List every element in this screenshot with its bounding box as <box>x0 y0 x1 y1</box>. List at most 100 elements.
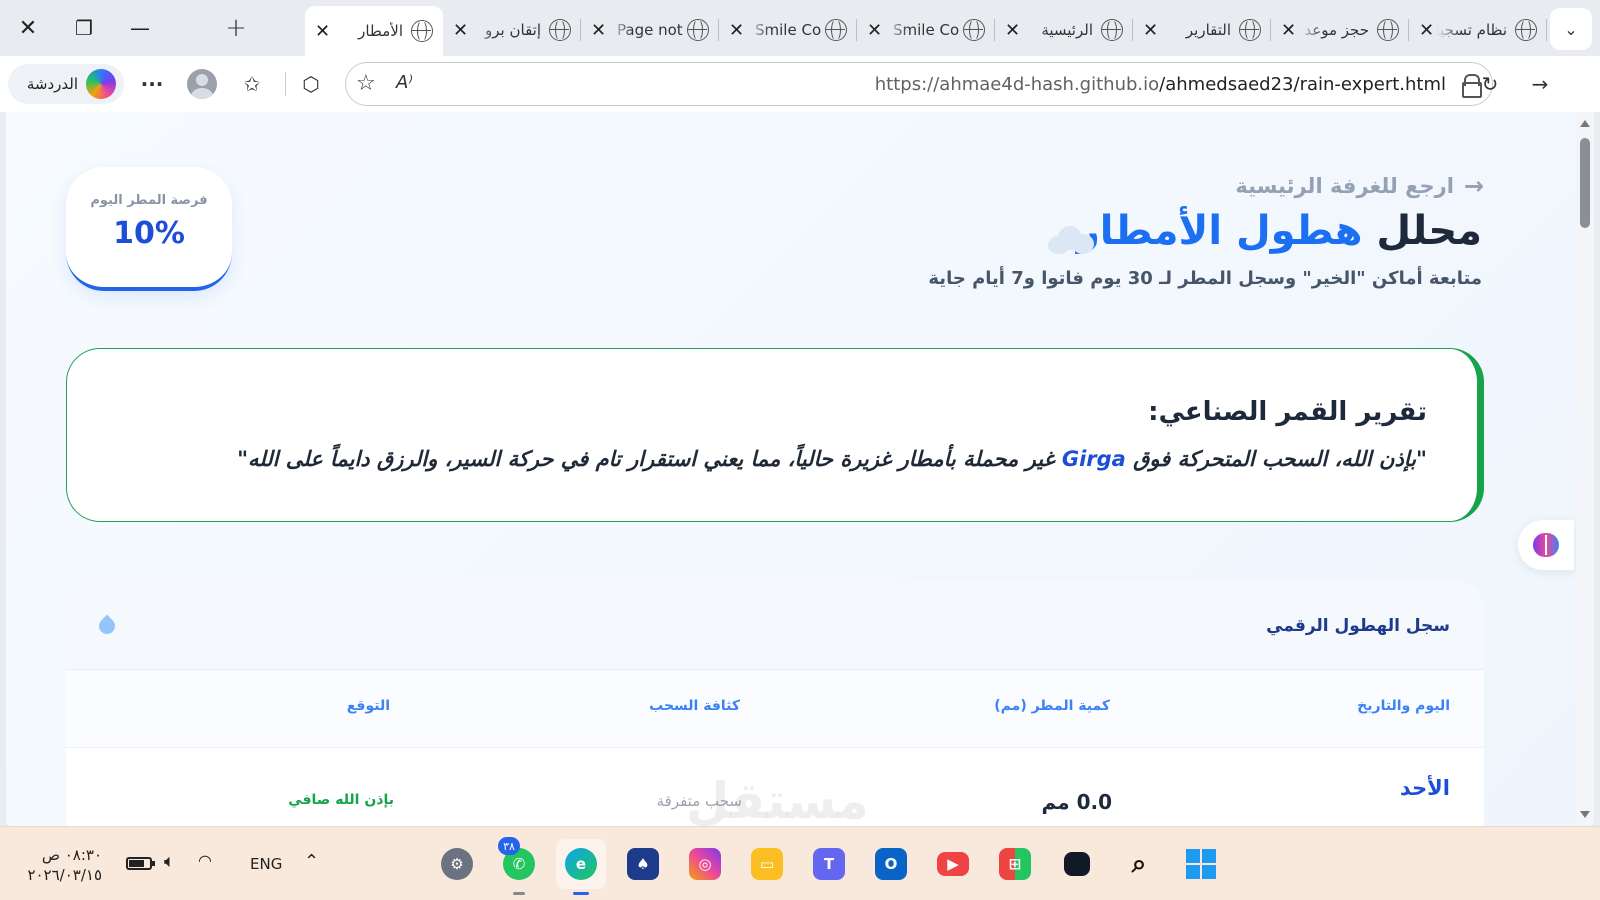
page-subtitle: متابعة أماكن "الخير" وسجل المطر لـ 30 يو… <box>928 268 1482 289</box>
tab-close-icon[interactable]: ✕ <box>453 20 471 41</box>
outlook-app[interactable]: O <box>866 839 916 889</box>
arrow-right-icon: → <box>1463 172 1484 200</box>
teams-app[interactable]: T <box>804 839 854 889</box>
tab-rain[interactable]: ✕ الأمطار <box>305 6 443 56</box>
scroll-down-icon[interactable] <box>1580 811 1590 818</box>
satellite-report-title: تقرير القمر الصناعي: <box>1148 397 1427 427</box>
tab-close-icon[interactable]: ✕ <box>1005 20 1023 41</box>
tab-close-icon[interactable]: ✕ <box>315 21 333 42</box>
tab-reports[interactable]: ✕ التقارير <box>1133 9 1271 51</box>
scroll-up-icon[interactable] <box>1580 120 1590 127</box>
tab-page-not-found[interactable]: ✕ Page not <box>581 9 719 51</box>
globe-icon <box>1101 19 1123 41</box>
notification-badge: ٣٨ <box>498 837 520 855</box>
ai-assistant-button[interactable] <box>1518 520 1574 570</box>
gear-icon: ⚙ <box>441 848 473 880</box>
instagram-icon: ◎ <box>689 848 721 880</box>
wifi-icon[interactable]: ◠ <box>198 851 212 870</box>
window-minimize-button[interactable]: — <box>112 0 168 56</box>
edge-app[interactable]: e <box>556 839 606 895</box>
forward-icon[interactable]: → <box>1524 68 1556 100</box>
search-icon: ⌕ <box>1131 848 1147 879</box>
instagram-app[interactable]: ◎ <box>680 839 730 889</box>
tab-smile-1[interactable]: ✕ Smile Co <box>719 9 857 51</box>
tab-close-icon[interactable]: ✕ <box>1143 20 1161 41</box>
window-close-button[interactable]: ✕ <box>0 0 56 56</box>
column-header-amount: كمية المطر (مم) <box>994 698 1110 714</box>
copilot-icon <box>86 69 116 99</box>
vertical-scrollbar[interactable] <box>1576 112 1594 826</box>
extensions-icon[interactable]: ⬡ <box>295 68 327 100</box>
back-link-label: ارجع للغرفة الرئيسية <box>1235 174 1454 198</box>
tab-title: التقارير <box>1185 21 1231 39</box>
search-app[interactable]: ⌕ <box>1114 839 1164 889</box>
language-indicator[interactable]: ENG <box>250 855 282 873</box>
clock-date: ٢٠٢٦/٠٣/١٥ <box>27 866 102 884</box>
taskbar-apps: ⚙ ✆ ٣٨ e ♠ ◎ ▭ T O ▶ ⊞ ⌕ <box>432 837 1226 895</box>
tab-list-chevron-icon[interactable]: ⌄ <box>1550 8 1592 50</box>
url-path: /ahmedsaed23/rain-expert.html <box>1159 74 1446 95</box>
whatsapp-app[interactable]: ✆ ٣٨ <box>494 837 544 895</box>
tab-close-icon[interactable]: ✕ <box>729 20 747 41</box>
tab-itqan[interactable]: ✕ إتقان برو <box>443 9 581 51</box>
settings-app[interactable]: ⚙ <box>432 839 482 889</box>
globe-icon <box>825 19 847 41</box>
read-aloud-icon[interactable]: A⁾ <box>396 72 413 93</box>
tab-list: ✕ الأمطار ✕ إتقان برو ✕ Page not ✕ Smile… <box>305 6 1547 56</box>
solitaire-app[interactable]: ♠ <box>618 839 668 889</box>
tab-booking[interactable]: ✕ حجز موعد <box>1271 9 1409 51</box>
clock-time: ٠٨:٣٠ ص <box>41 846 102 864</box>
new-tab-button[interactable]: + <box>208 0 264 56</box>
avatar-icon <box>187 69 217 99</box>
tab-close-icon[interactable]: ✕ <box>1419 20 1437 41</box>
url-host: https://ahmae4d-hash.github.io <box>874 74 1160 95</box>
folder-icon: ▭ <box>751 848 783 880</box>
volume-icon[interactable]: 🔈︎ <box>164 851 175 872</box>
tab-smile-2[interactable]: ✕ Smile Co <box>857 9 995 51</box>
store-icon: ⊞ <box>999 848 1031 880</box>
satellite-report-card: تقرير القمر الصناعي: "بإذن الله، السحب ا… <box>66 348 1484 522</box>
window-restore-button[interactable]: ❐ <box>56 0 112 56</box>
store-app[interactable]: ⊞ <box>990 839 1040 889</box>
file-explorer-app[interactable]: ▭ <box>742 839 792 889</box>
system-clock[interactable]: ٠٨:٣٠ ص ٢٠٢٦/٠٣/١٥ <box>26 845 102 885</box>
profile-button[interactable] <box>186 68 218 100</box>
tab-close-icon[interactable]: ✕ <box>1281 20 1299 41</box>
globe-icon <box>687 19 709 41</box>
row-forecast: بإذن الله صافي <box>288 792 394 808</box>
back-home-link[interactable]: → ارجع للغرفة الرئيسية <box>1235 172 1484 200</box>
tab-title: Page not <box>617 21 683 39</box>
page-title: محلل هطول الأمطار <box>1077 208 1482 254</box>
add-favorite-icon[interactable]: ☆ <box>356 71 376 96</box>
url-text[interactable]: https://ahmae4d-hash.github.io/ahmedsaed… <box>875 74 1446 95</box>
terminal-icon <box>1064 852 1090 876</box>
quote-before: "بإذن الله، السحب المتحركة فوق <box>1125 447 1427 471</box>
quote-after: غير محملة بأمطار غزيرة حالياً، مما يعني … <box>237 447 1062 471</box>
tab-close-icon[interactable]: ✕ <box>867 20 885 41</box>
more-options-icon[interactable]: ··· <box>136 68 168 100</box>
cards-icon: ♠ <box>627 848 659 880</box>
tab-strip: ✕ ❐ — + ✕ الأمطار ✕ إتقان برو ✕ Page not… <box>0 0 1600 56</box>
scroll-thumb[interactable] <box>1580 138 1590 228</box>
tab-title: نظام تسجيل <box>1437 21 1507 39</box>
tab-registration[interactable]: ✕ نظام تسجيل <box>1409 9 1547 51</box>
tab-title: حجز موعد <box>1304 21 1369 39</box>
address-bar[interactable]: ☆ A⁾ https://ahmae4d-hash.github.io/ahme… <box>345 62 1493 106</box>
satellite-report-quote: "بإذن الله، السحب المتحركة فوق Girga غير… <box>237 447 1427 471</box>
globe-icon <box>1377 19 1399 41</box>
refresh-icon[interactable]: ↻ <box>1474 68 1506 100</box>
tab-home[interactable]: ✕ الرئيسية <box>995 9 1133 51</box>
copilot-chat-button[interactable]: الدردشة <box>8 64 124 104</box>
title-part-2: هطول الأمطار <box>1076 208 1363 254</box>
youtube-app[interactable]: ▶ <box>928 839 978 889</box>
terminal-app[interactable] <box>1052 839 1102 889</box>
start-button[interactable] <box>1176 839 1226 889</box>
battery-icon[interactable] <box>126 857 155 870</box>
chevron-up-icon[interactable]: ⌃ <box>304 851 319 872</box>
tab-close-icon[interactable]: ✕ <box>591 20 609 41</box>
rain-chance-card: فرصة المطر اليوم 10% <box>66 167 232 291</box>
windows-logo-icon <box>1185 848 1217 880</box>
favorites-icon[interactable]: ✩ <box>236 68 268 100</box>
column-header-day: اليوم والتاريخ <box>1357 698 1450 714</box>
globe-icon <box>963 19 985 41</box>
